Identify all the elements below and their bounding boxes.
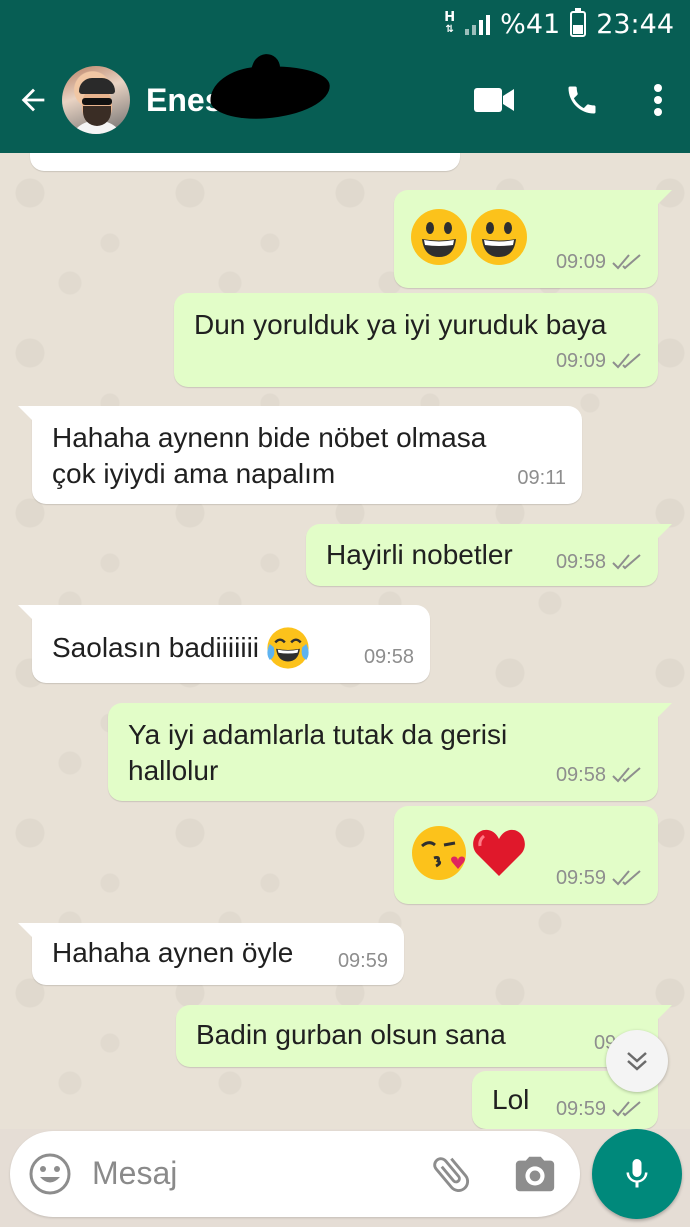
message-meta: 09:09: [556, 244, 644, 280]
battery-level: [573, 24, 584, 34]
message-bubble-incoming[interactable]: Saolasın badiiiiiii 09:58: [18, 605, 430, 683]
emoji-icon: [29, 1153, 71, 1195]
more-vert-icon: [654, 84, 662, 116]
double-check-icon: [612, 767, 641, 783]
message-text: Badin gurban olsun sana: [196, 1019, 506, 1050]
message-content: Saolasın badiiiiiii: [52, 625, 311, 671]
red-heart-emoji-icon: [473, 829, 525, 876]
clock: 23:44: [596, 8, 674, 40]
network-type: H ⇅: [444, 10, 456, 35]
header-actions: [450, 62, 690, 138]
message-bubble-incoming[interactable]: 09:08: [30, 153, 460, 171]
tears-of-joy-emoji-icon: [267, 627, 309, 669]
video-call-icon: [474, 88, 514, 112]
attach-icon: [433, 1157, 470, 1192]
double-check-icon: [612, 554, 641, 570]
message-time: 09:11: [517, 467, 566, 489]
message-input-bar: Mesaj: [10, 1131, 580, 1217]
voice-record-button[interactable]: [592, 1129, 682, 1219]
video-call-button[interactable]: [450, 65, 538, 135]
camera-button[interactable]: [512, 1151, 558, 1197]
message-time: 09:59: [555, 1098, 606, 1120]
message-bubble-outgoing[interactable]: Ya iyi adamlarla tutak da gerisi hallolu…: [108, 703, 672, 801]
voice-call-button[interactable]: [538, 65, 626, 135]
mic-icon: [626, 1159, 648, 1188]
message-time: 09:08: [394, 153, 444, 165]
battery-icon: [570, 8, 587, 37]
grinning-emoji-icon: [411, 209, 467, 265]
message-text: Lol: [492, 1084, 530, 1115]
message-bubble-outgoing[interactable]: 09:59: [394, 806, 658, 904]
message-time: 09:59: [337, 950, 388, 972]
scroll-to-bottom-button[interactable]: [606, 1030, 668, 1092]
message-meta: 09:59: [338, 943, 388, 979]
message-bubble-outgoing[interactable]: 09:09: [394, 190, 672, 288]
phone-icon: [568, 86, 596, 114]
message-meta: 09:11: [517, 460, 566, 496]
message-meta: 09:59: [556, 860, 644, 896]
message-bubble-incoming[interactable]: Hahaha aynen öyle 09:59: [18, 923, 404, 985]
message-meta: 09:58: [556, 544, 644, 580]
back-button[interactable]: [4, 70, 62, 130]
chat-header: Enes: [0, 50, 690, 138]
message-text: Hayirli nobetler: [326, 539, 513, 570]
back-arrow-icon: [21, 88, 45, 112]
battery-percent: %41: [500, 8, 561, 40]
message-meta: 09:59: [556, 1091, 644, 1127]
grinning-emoji-icon: [471, 209, 527, 265]
double-check-icon: [612, 1101, 641, 1117]
message-text: Dun yorulduk ya iyi yuruduk baya: [194, 309, 607, 340]
message-bubble-incoming[interactable]: Hahaha aynenn bide nöbet olmasa çok iyiy…: [18, 406, 582, 504]
avatar[interactable]: [62, 66, 130, 134]
more-options-button[interactable]: [626, 65, 690, 135]
message-time: 09:58: [555, 764, 606, 786]
message-time: 09:09: [555, 350, 606, 372]
message-meta: 09:09: [556, 343, 644, 379]
status-bar: H ⇅ %41 23:44: [444, 8, 674, 40]
message-text: Ya iyi adamlarla tutak da gerisi hallolu…: [128, 719, 508, 786]
emoji-group: [410, 208, 528, 266]
emoji-group: [410, 824, 528, 882]
signal-icon: [465, 13, 491, 35]
message-bubble-outgoing[interactable]: Hayirli nobetler 09:58: [306, 524, 672, 586]
double-check-icon: [612, 870, 641, 886]
message-time: 09:58: [363, 646, 414, 668]
message-bubble-outgoing[interactable]: Dun yorulduk ya iyi yuruduk baya 09:09: [174, 293, 658, 387]
message-time: 09:09: [555, 251, 606, 273]
message-time: 09:58: [555, 551, 606, 573]
message-input[interactable]: Mesaj: [92, 1155, 177, 1192]
message-meta: 09:08: [394, 153, 444, 165]
chevron-double-down-icon: [627, 1052, 647, 1071]
message-text: Hahaha aynen öyle: [52, 937, 294, 968]
app-bar: H ⇅ %41 23:44 Enes: [0, 0, 690, 153]
message-text: Saolasın badiiiiiii: [52, 632, 260, 663]
message-meta: 09:58: [556, 757, 644, 793]
emoji-button[interactable]: [28, 1152, 72, 1196]
message-text: Hahaha aynenn bide nöbet olmasa çok iyiy…: [52, 422, 487, 489]
camera-icon: [515, 1156, 555, 1192]
message-time: 09:59: [555, 867, 606, 889]
double-check-icon: [612, 254, 641, 270]
double-check-icon: [612, 353, 641, 369]
attach-button[interactable]: [428, 1151, 474, 1197]
chat-area[interactable]: 09:08 09:09 Dun yorulduk ya iyi yuruduk …: [0, 153, 690, 1129]
message-bubble-outgoing[interactable]: Badin gurban olsun sana 09:59: [176, 1005, 672, 1067]
kissing-heart-emoji-icon: [412, 826, 466, 880]
message-meta: 09:58: [364, 639, 414, 675]
